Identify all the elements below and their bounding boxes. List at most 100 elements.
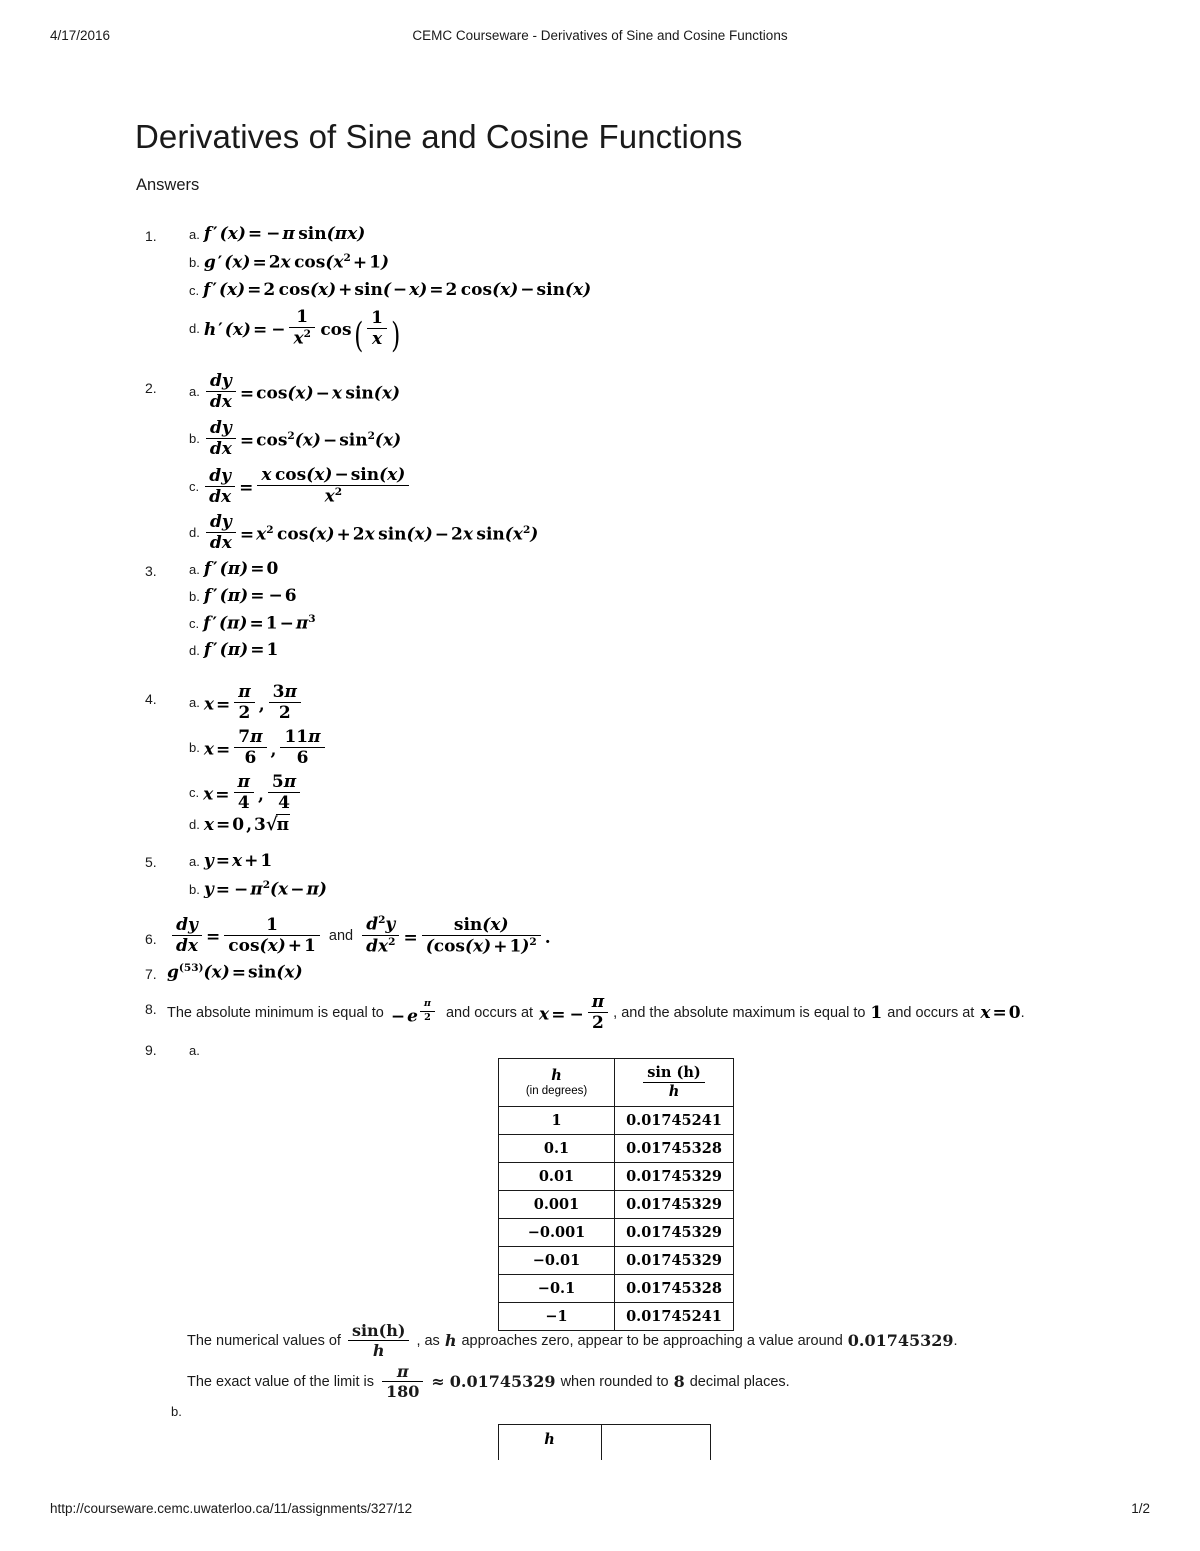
- math-approach-value: 0.01745329: [847, 1331, 954, 1351]
- question-number: 3.: [145, 563, 157, 579]
- cell-h: 0.001: [498, 1190, 615, 1220]
- answer-part-1d: d. h ′ (x) = −1 x2 cos(1 x): [189, 307, 403, 357]
- table-row: −0.1 0.01745328: [498, 1274, 734, 1304]
- narrative-text-3: approaches zero, appear to be approachin…: [461, 1332, 843, 1349]
- print-footer: http://courseware.cemc.uwaterloo.ca/11/a…: [50, 1501, 1150, 1521]
- header-h: h (in degrees): [498, 1057, 615, 1108]
- answer-part-3c: c. f ′ (π) = 1− π3: [189, 613, 316, 634]
- narrative-limit-approach: The numerical values of sin(h) h , as h a…: [187, 1322, 958, 1360]
- narrative-period-1: .: [953, 1332, 958, 1349]
- math-expression: dy dx = cos2(x) − sin2(x): [204, 419, 401, 459]
- answer-body-6: dy dx = 1 cos(x) +1 and d2y dx2 = sin(x) (cos(x) +…: [170, 914, 553, 956]
- math-expression: f ′ (π) = −6: [203, 586, 297, 606]
- question-number: 8.: [145, 1001, 157, 1017]
- cell-value: 0.01745328: [614, 1134, 734, 1164]
- answer-part-5b: b. y = − π2(x − π): [189, 879, 327, 900]
- part-label: b.: [189, 881, 200, 897]
- answer-part-3a: a. f ′ (π) = 0: [189, 559, 278, 579]
- question-number: 2.: [145, 380, 157, 396]
- answer-body-8: The absolute minimum is equal to − e π 2 an…: [167, 993, 1025, 1033]
- math-decimal-places: 8: [673, 1372, 685, 1392]
- narrative-text-5: when rounded to: [560, 1373, 669, 1390]
- part-label: b.: [189, 254, 200, 270]
- cell-value: 0.01745329: [614, 1246, 734, 1276]
- part-label-9b: b.: [171, 1404, 182, 1419]
- cell-value: 0.01745241: [614, 1106, 734, 1136]
- answer-part-2d: d. dy dx = x2 cos(x) +2x sin(x) −2x sin(x2): [189, 513, 538, 553]
- cell-h: 0.1: [498, 1134, 615, 1164]
- cell-h: −0.001: [498, 1218, 615, 1248]
- q8-text-2: and occurs at: [445, 1004, 534, 1021]
- table-row: −0.01 0.01745329: [498, 1246, 734, 1276]
- q8-text-3: , and the absolute maximum is equal to: [613, 1004, 866, 1021]
- header-ratio-fraction: sin (h) h: [643, 1065, 705, 1099]
- math-expression: f ′ (π) = 1: [203, 640, 279, 660]
- math-expression: dy dx = x2 cos(x) +2x sin(x) −2x sin(x2): [204, 513, 538, 553]
- answer-part-2c: c. dy dx = x cos(x) − sin(x) x2: [189, 466, 411, 506]
- part-label: d.: [189, 642, 200, 658]
- part-label: b.: [189, 740, 200, 756]
- sin-h-table-b-truncated: h: [498, 1424, 711, 1460]
- answer-part-1c: c. f ′ (x) = 2 cos(x) + sin(− x) = 2 cos(x) − sin(x…: [189, 280, 591, 300]
- part-label: a.: [189, 561, 200, 577]
- header-h-units: (in degrees): [525, 1085, 588, 1098]
- math-expression: d2y dx2 = sin(x) (cos(x) +1)2.: [360, 914, 553, 956]
- header-h-symbol: h: [551, 1067, 562, 1085]
- table-body: 1 0.01745241 0.1 0.01745328 0.01 0.01745…: [498, 1106, 734, 1332]
- question-number: 7.: [145, 966, 157, 982]
- answer-part-3d: d. f ′ (π) = 1: [189, 640, 278, 660]
- table-header-row: h (in degrees) sin (h) h: [498, 1057, 734, 1108]
- q8-period: .: [1020, 1004, 1025, 1021]
- math-expression: f ′ (x) = − π sin(πx): [203, 224, 366, 244]
- answer-part-1b: b. g ′ (x) = 2x cos(x2 +1): [189, 252, 389, 273]
- cell-h: −0.1: [498, 1274, 615, 1304]
- answer-part-4c: c. x = π 4, 5π 4: [189, 773, 302, 813]
- cell-h: 1: [498, 1106, 615, 1136]
- math-expression: f ′ (π) = 0: [203, 559, 279, 579]
- table-b-header-h: h: [544, 1431, 555, 1448]
- part-label: c.: [189, 282, 200, 298]
- header-ratio-numerator: sin (h): [647, 1064, 701, 1081]
- header-ratio: sin (h) h: [614, 1057, 734, 1108]
- part-label: d.: [189, 320, 200, 336]
- answer-part-1a: a. f ′ (x) = − π sin(πx): [189, 224, 365, 244]
- cell-value: 0.01745329: [614, 1190, 734, 1220]
- answer-part-4a: a. x = π 2, 3π 2: [189, 683, 303, 723]
- part-label: a.: [189, 853, 200, 869]
- print-header: 4/17/2016 CEMC Courseware - Derivatives …: [50, 28, 1150, 48]
- part-label: b.: [189, 431, 200, 447]
- part-label: a.: [189, 226, 200, 242]
- part-label: d.: [189, 817, 200, 832]
- narrative-exact-limit: The exact value of the limit is π 180 ≈ 0…: [187, 1363, 790, 1401]
- print-page-title: CEMC Courseware - Derivatives of Sine an…: [412, 28, 788, 43]
- math-pi-over-180: π 180: [380, 1363, 425, 1401]
- table-row: 0.001 0.01745329: [498, 1190, 734, 1220]
- math-expression: dy dx = cos(x) − x sin(x): [204, 372, 400, 412]
- math-expression: f ′ (x) = 2 cos(x) + sin(− x) = 2 cos(x) − sin(x): [203, 280, 592, 300]
- approx-equals-sign: ≈: [431, 1372, 445, 1392]
- answer-part-4b: b. x = 7π 6, 11π 6: [189, 728, 327, 768]
- math-expression: h ′ (x) = −1 x2 cos(1 x): [203, 307, 401, 357]
- math-expression: y = − π2(x − π): [203, 879, 327, 900]
- table-row: 0.01 0.01745329: [498, 1162, 734, 1192]
- answers-heading: Answers: [136, 176, 200, 194]
- part-label-9a: a.: [189, 1043, 200, 1058]
- math-expression: x = 7π 6, 11π 6: [204, 728, 327, 768]
- part-label: a.: [189, 384, 200, 400]
- math-sin-h-over-h: sin(h) h: [346, 1322, 412, 1360]
- part-label: a.: [189, 695, 200, 711]
- part-label: c.: [189, 478, 200, 494]
- part-label: d.: [189, 525, 200, 541]
- answer-part-2b: b. dy dx = cos2(x) − sin2(x): [189, 419, 401, 459]
- table-row: 0.1 0.01745328: [498, 1134, 734, 1164]
- cell-h: −0.01: [498, 1246, 615, 1276]
- cell-value: 0.01745329: [614, 1162, 734, 1192]
- question-number: 5.: [145, 854, 157, 870]
- math-expression: x = π 2, 3π 2: [204, 683, 303, 723]
- math-expression: f ′ (π) = 1− π3: [203, 613, 316, 634]
- answer-part-3b: b. f ′ (π) = −6: [189, 586, 297, 606]
- part-label: c.: [189, 785, 200, 801]
- table-row: 1 0.01745241: [498, 1106, 734, 1136]
- narrative-text-4: The exact value of the limit is: [187, 1373, 374, 1390]
- footer-page-number: 1/2: [1131, 1501, 1150, 1516]
